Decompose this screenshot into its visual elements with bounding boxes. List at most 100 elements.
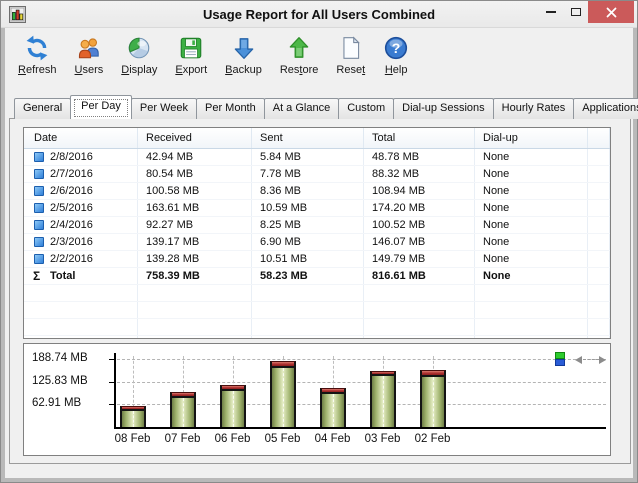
reset-button[interactable]: Reset	[329, 32, 372, 78]
tab-custom[interactable]: Custom	[338, 98, 395, 119]
chart-bar-received	[121, 411, 144, 427]
cell-received	[138, 336, 252, 338]
cell-total: 816.61 MB	[364, 268, 475, 284]
table-total-row[interactable]: Σ Total 758.39 MB 58.23 MB 816.61 MB None	[24, 268, 610, 285]
cell-extra	[588, 302, 610, 318]
users-button[interactable]: Users	[68, 32, 111, 78]
cell-extra	[588, 166, 610, 182]
cell-extra	[588, 183, 610, 199]
chart-y-axis	[114, 353, 116, 429]
table-empty-row	[24, 319, 610, 336]
display-pie-icon	[129, 37, 150, 59]
toolbar-label: Users	[74, 64, 104, 76]
maximize-button[interactable]	[563, 1, 588, 23]
tab-per-month[interactable]: Per Month	[195, 98, 265, 119]
window-controls	[538, 1, 634, 23]
tab-hourly-rates[interactable]: Hourly Rates	[492, 98, 575, 119]
cell-total	[364, 285, 475, 301]
chart-bar-received	[271, 368, 294, 427]
cell-dialup	[475, 336, 588, 338]
tab-dial-up-sessions[interactable]: Dial-up Sessions	[393, 98, 494, 119]
day-icon	[34, 254, 44, 264]
chart-bar-received	[221, 391, 244, 427]
help-button[interactable]: ? Help	[376, 32, 416, 78]
chart-bar-received	[171, 398, 194, 427]
cell-extra	[588, 285, 610, 301]
day-icon	[34, 237, 44, 247]
chart-bar	[319, 388, 346, 427]
help-icon: ?	[385, 36, 408, 60]
cell-date	[24, 285, 138, 301]
cell-extra	[588, 268, 610, 284]
cell-dialup	[475, 319, 588, 335]
column-header-dialup[interactable]: Dial-up	[475, 128, 588, 148]
table-row[interactable]: 2/3/2016 139.17 MB 6.90 MB 146.07 MB None	[24, 234, 610, 251]
cell-total: 88.32 MB	[364, 166, 475, 182]
cell-dialup: None	[475, 234, 588, 250]
table-row[interactable]: 2/8/2016 42.94 MB 5.84 MB 48.78 MB None	[24, 149, 610, 166]
cell-received: 163.61 MB	[138, 200, 252, 216]
cell-total	[364, 336, 475, 338]
chart-scroll-left-icon[interactable]	[575, 356, 582, 364]
maximize-icon	[570, 8, 581, 16]
cell-total: 174.20 MB	[364, 200, 475, 216]
cell-date: Σ Total	[24, 268, 138, 284]
minimize-button[interactable]	[538, 1, 563, 23]
cell-sent: 5.84 MB	[252, 149, 364, 165]
cell-extra	[588, 149, 610, 165]
day-icon	[34, 203, 44, 213]
cell-sent: 8.36 MB	[252, 183, 364, 199]
chart-x-label: 03 Feb	[364, 433, 401, 445]
cell-total: 100.52 MB	[364, 217, 475, 233]
cell-extra	[588, 234, 610, 250]
table-row[interactable]: 2/6/2016 100.58 MB 8.36 MB 108.94 MB None	[24, 183, 610, 200]
day-icon	[34, 169, 44, 179]
backup-down-arrow-icon	[234, 38, 253, 59]
cell-sent: 8.25 MB	[252, 217, 364, 233]
chart-scroll-right-icon[interactable]	[599, 356, 606, 364]
chart-legend[interactable]	[555, 352, 565, 366]
close-button[interactable]	[588, 1, 634, 23]
cell-date: 2/7/2016	[24, 166, 138, 182]
chart-bar	[219, 385, 246, 427]
toolbar: Refresh Users Display Export Backup Rest…	[11, 32, 416, 92]
restore-button[interactable]: Restore	[273, 32, 326, 78]
toolbar-label: Backup	[225, 64, 262, 76]
refresh-button[interactable]: Refresh	[11, 32, 64, 78]
cell-sent	[252, 285, 364, 301]
table-header: Date Received Sent Total Dial-up	[24, 128, 610, 149]
cell-date: 2/3/2016	[24, 234, 138, 250]
cell-date: 2/4/2016	[24, 217, 138, 233]
tab-at-a-glance[interactable]: At a Glance	[263, 98, 340, 119]
column-header-total[interactable]: Total	[364, 128, 475, 148]
table-row[interactable]: 2/2/2016 139.28 MB 10.51 MB 149.79 MB None	[24, 251, 610, 268]
cell-dialup: None	[475, 268, 588, 284]
display-button[interactable]: Display	[114, 32, 164, 78]
tab-applications[interactable]: Applications	[573, 98, 638, 119]
column-header-sent[interactable]: Sent	[252, 128, 364, 148]
export-button[interactable]: Export	[168, 32, 214, 78]
legend-sent-swatch	[555, 359, 565, 366]
tab-per-week[interactable]: Per Week	[130, 98, 197, 119]
table-row[interactable]: 2/4/2016 92.27 MB 8.25 MB 100.52 MB None	[24, 217, 610, 234]
usage-table: Date Received Sent Total Dial-up 2/8/201…	[23, 127, 611, 339]
chart-gridline-h	[117, 382, 606, 383]
toolbar-label: Reset	[336, 64, 366, 76]
column-header-date[interactable]: Date	[24, 128, 138, 148]
cell-total: 108.94 MB	[364, 183, 475, 199]
tab-page-per-day: Date Received Sent Total Dial-up 2/8/201…	[9, 118, 631, 464]
day-icon	[34, 186, 44, 196]
cell-total	[364, 302, 475, 318]
table-row[interactable]: 2/7/2016 80.54 MB 7.78 MB 88.32 MB None	[24, 166, 610, 183]
cell-received	[138, 285, 252, 301]
toolbar-label: Restore	[279, 64, 319, 76]
chart-x-label: 06 Feb	[214, 433, 251, 445]
column-header-received[interactable]: Received	[138, 128, 252, 148]
chart-gridline-h	[117, 359, 606, 360]
backup-button[interactable]: Backup	[218, 32, 269, 78]
tab-general[interactable]: General	[14, 98, 72, 119]
cell-sent	[252, 336, 364, 338]
table-row[interactable]: 2/5/2016 163.61 MB 10.59 MB 174.20 MB None	[24, 200, 610, 217]
reset-page-icon	[343, 36, 360, 59]
tab-per-day[interactable]: Per Day	[70, 95, 132, 119]
